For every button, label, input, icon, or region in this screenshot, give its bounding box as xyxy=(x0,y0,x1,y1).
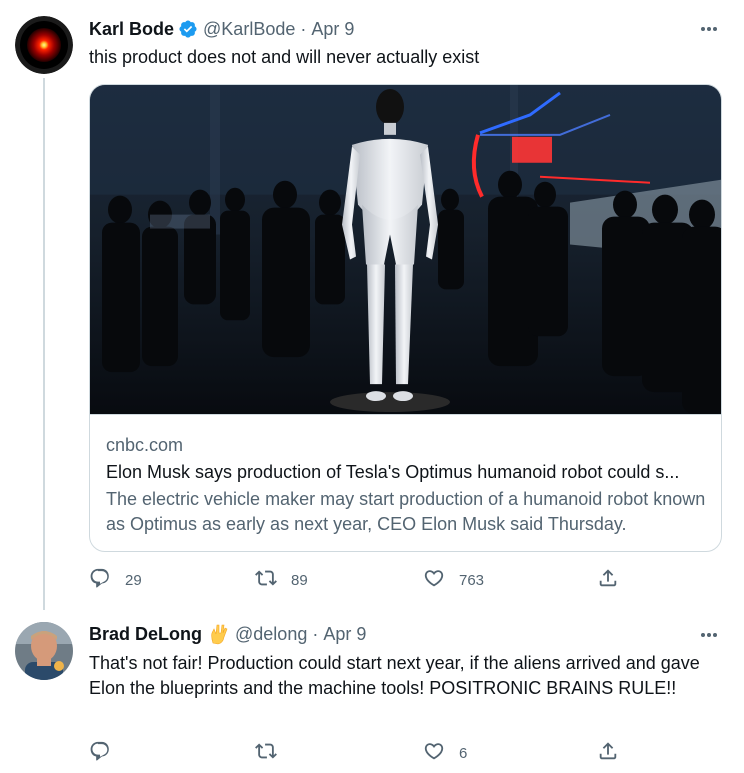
reply-button[interactable]: 29 xyxy=(89,567,142,593)
like-icon xyxy=(423,567,445,593)
share-icon xyxy=(597,567,619,593)
card-title: Elon Musk says production of Tesla's Opt… xyxy=(106,462,680,482)
tweet-actions: 6 xyxy=(89,740,649,766)
avatar[interactable] xyxy=(15,16,73,74)
share-button[interactable] xyxy=(597,740,619,766)
retweet-icon xyxy=(255,567,277,593)
like-count: 6 xyxy=(459,744,468,762)
brad-delong-avatar-image xyxy=(15,622,73,680)
share-button[interactable] xyxy=(597,567,619,593)
more-icon[interactable] xyxy=(698,18,720,40)
verified-badge-icon xyxy=(178,19,198,39)
tweet-actions: 29 89 763 xyxy=(89,567,649,593)
hal-9000-avatar-image xyxy=(15,16,73,74)
retweet-button[interactable] xyxy=(255,740,291,766)
more-icon[interactable] xyxy=(698,624,720,646)
tweet-header: Karl Bode @KarlBode · Apr 9 xyxy=(89,17,354,41)
author-handle[interactable]: @delong xyxy=(235,624,307,645)
vulcan-salute-emoji xyxy=(208,623,230,645)
like-count: 763 xyxy=(459,571,485,589)
card-description: The electric vehicle maker may start pro… xyxy=(106,489,706,534)
like-icon xyxy=(423,740,445,766)
share-icon xyxy=(597,740,619,766)
tweet-karl-bode[interactable]: Karl Bode @KarlBode · Apr 9 this product… xyxy=(0,0,744,610)
card-meta: cnbc.com Elon Musk says production of Te… xyxy=(106,433,711,537)
reply-count: 29 xyxy=(125,571,142,589)
tweet-date[interactable]: Apr 9 xyxy=(323,624,366,645)
author-name[interactable]: Brad DeLong xyxy=(89,624,202,645)
tweet-brad-delong[interactable]: Brad DeLong @delong · Apr 9 That's not f… xyxy=(0,610,744,773)
tweet-text: this product does not and will never act… xyxy=(89,47,480,67)
like-button[interactable]: 6 xyxy=(423,740,467,766)
like-button[interactable]: 763 xyxy=(423,567,484,593)
reply-button[interactable] xyxy=(89,740,125,766)
author-name[interactable]: Karl Bode xyxy=(89,19,174,40)
avatar[interactable] xyxy=(15,622,73,680)
separator-dot: · xyxy=(300,18,307,39)
card-domain: cnbc.com xyxy=(106,435,184,455)
link-card[interactable]: cnbc.com Elon Musk says production of Te… xyxy=(89,84,722,552)
author-handle[interactable]: @KarlBode xyxy=(203,19,295,40)
tweet-date[interactable]: Apr 9 xyxy=(311,19,354,40)
card-image-robot xyxy=(90,85,721,415)
retweet-icon xyxy=(255,740,277,766)
reply-icon xyxy=(89,567,111,593)
tweet-header: Brad DeLong @delong · Apr 9 xyxy=(89,622,366,646)
tweet-text: That's not fair! Production could start … xyxy=(89,653,700,698)
thread-line xyxy=(43,78,45,610)
reply-icon xyxy=(89,740,111,766)
separator-dot: · xyxy=(312,623,319,644)
retweet-button[interactable]: 89 xyxy=(255,567,308,593)
retweet-count: 89 xyxy=(291,571,308,589)
